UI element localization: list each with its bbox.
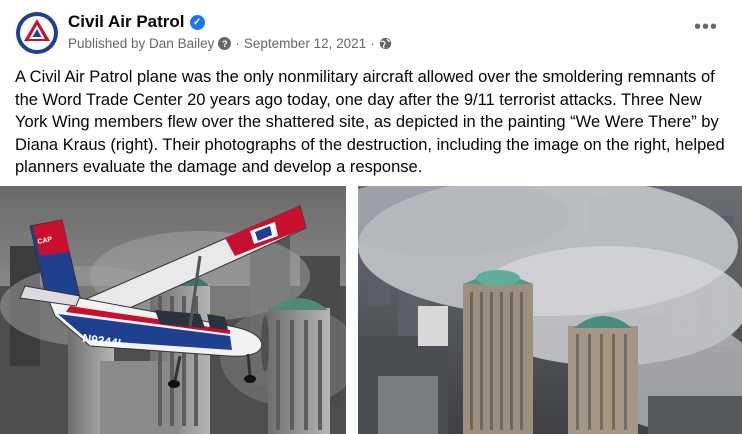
painting-svg: N9344L CAP bbox=[0, 186, 346, 434]
meta-separator: · bbox=[235, 36, 240, 51]
post-date[interactable]: September 12, 2021 bbox=[244, 36, 366, 51]
question-icon[interactable]: ? bbox=[218, 37, 232, 50]
facebook-post: Civil Air Patrol ✓ Published by Dan Bail… bbox=[0, 0, 742, 434]
meta-separator-2: · bbox=[370, 36, 375, 51]
page-avatar[interactable] bbox=[14, 10, 60, 56]
painting-image[interactable]: N9344L CAP bbox=[0, 186, 346, 434]
photo-svg bbox=[358, 186, 742, 434]
post-meta: Published by Dan Bailey ? · September 12… bbox=[68, 36, 392, 51]
verified-badge-icon: ✓ bbox=[189, 14, 205, 30]
page-name[interactable]: Civil Air Patrol ✓ bbox=[68, 12, 205, 32]
published-by-label[interactable]: Published by Dan Bailey bbox=[68, 36, 214, 51]
ground-zero-photo[interactable] bbox=[358, 186, 742, 434]
page-name-label[interactable]: Civil Air Patrol bbox=[68, 12, 185, 32]
post-body-text: A Civil Air Patrol plane was the only no… bbox=[15, 68, 725, 176]
globe-icon bbox=[379, 37, 391, 50]
cap-logo-icon bbox=[14, 10, 60, 56]
more-options-button[interactable]: ••• bbox=[694, 17, 718, 37]
